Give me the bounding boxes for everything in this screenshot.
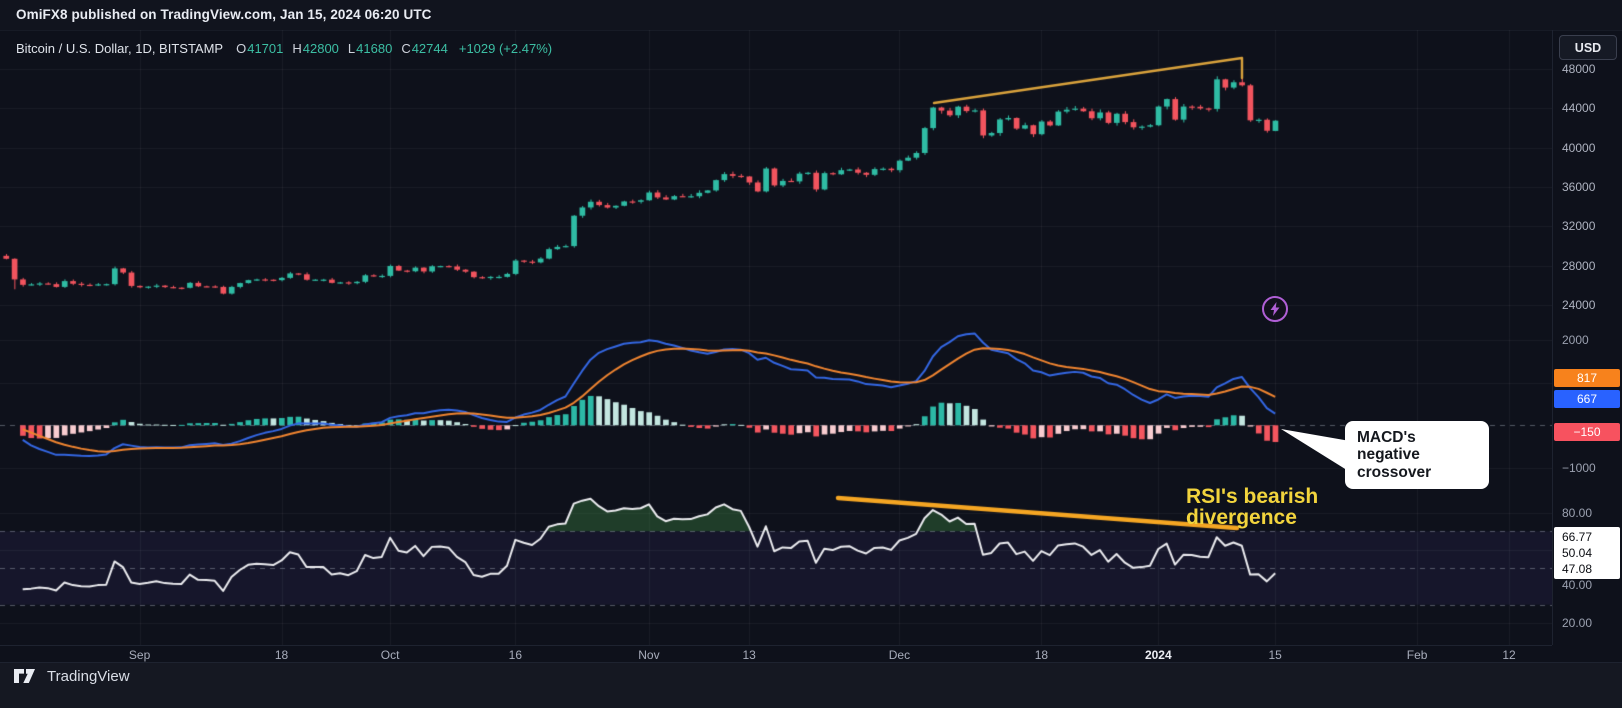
symbol-legend[interactable]: Bitcoin / U.S. Dollar, 1D, BITSTAMP O417… [16,38,552,58]
close-label: C [401,41,410,56]
axis-label: 2000 [1562,333,1589,347]
published-line: OmiFX8 published on TradingView.com, Jan… [16,7,432,22]
axis-label: 80.00 [1562,506,1592,520]
rsi-value-badges: 66.77 50.04 47.08 [1554,527,1620,579]
symbol-title: Bitcoin / U.S. Dollar, 1D, BITSTAMP [16,41,223,56]
axis-label: 40000 [1562,141,1595,155]
axis-label: 20.00 [1562,616,1592,630]
tradingview-snapshot: OmiFX8 published on TradingView.com, Jan… [0,0,1622,708]
time-tick-label: Oct [381,648,400,662]
time-tick-label: Dec [889,648,910,662]
macd-line-badge: 667 [1554,390,1620,408]
axis-label: 28000 [1562,259,1595,273]
rsi-badge-value: 66.77 [1554,530,1620,544]
rsi-note-line1: RSI's bearish [1186,486,1318,507]
time-tick-label: 15 [1269,648,1282,662]
low-value: 41680 [356,41,392,56]
time-tick-label: 13 [742,648,755,662]
rsi-badge-value: 47.08 [1554,562,1620,576]
time-tick-label: Sep [129,648,150,662]
low-label: L [348,41,355,56]
time-tick-label: 18 [275,648,288,662]
close-value: 42744 [412,41,448,56]
macd-signal-badge: 817 [1554,369,1620,387]
high-value: 42800 [303,41,339,56]
axis-label: 36000 [1562,180,1595,194]
axis-label: 40.00 [1562,578,1592,592]
macd-callout-line2: crossover [1357,464,1477,481]
tradingview-link[interactable]: TradingView [14,668,130,685]
chart-canvas[interactable] [0,30,1552,645]
axis-label: −1000 [1562,461,1596,475]
time-tick-label: Feb [1407,648,1428,662]
tradingview-logo-icon [14,669,40,684]
currency-button[interactable]: USD [1559,35,1617,60]
publish-header: OmiFX8 published on TradingView.com, Jan… [0,0,1622,31]
rsi-divergence-note[interactable]: RSI's bearish divergence [1186,486,1318,528]
change-value: +1029 (+2.47%) [459,41,552,56]
rsi-note-line2: divergence [1186,507,1318,528]
axis-label: 24000 [1562,298,1595,312]
axis-label: 44000 [1562,101,1595,115]
macd-callout[interactable]: MACD's negative crossover [1345,421,1489,489]
open-value: 41701 [247,41,283,56]
price-axis[interactable]: USD 48000 44000 40000 36000 32000 28000 24000 2… [1552,30,1622,645]
lightning-bolt-glyph [1269,302,1281,316]
rsi-badge-value: 50.04 [1554,546,1620,560]
axis-label: 32000 [1562,219,1595,233]
time-tick-label: 2024 [1145,648,1172,662]
axis-label: 48000 [1562,62,1595,76]
macd-callout-line1: MACD's negative [1357,429,1477,464]
time-tick-label: 16 [509,648,522,662]
time-tick-label: 12 [1502,648,1515,662]
time-axis[interactable]: Sep 18 Oct 16 Nov 13 Dec 18 2024 15 Feb 12 [0,645,1552,663]
brand-name: TradingView [47,668,130,685]
macd-hist-badge: −150 [1554,423,1620,441]
open-label: O [236,41,246,56]
time-tick-label: 18 [1035,648,1048,662]
time-tick-label: Nov [638,648,659,662]
footer: TradingView [0,662,1622,708]
high-label: H [292,41,301,56]
lightning-icon[interactable] [1262,296,1288,322]
